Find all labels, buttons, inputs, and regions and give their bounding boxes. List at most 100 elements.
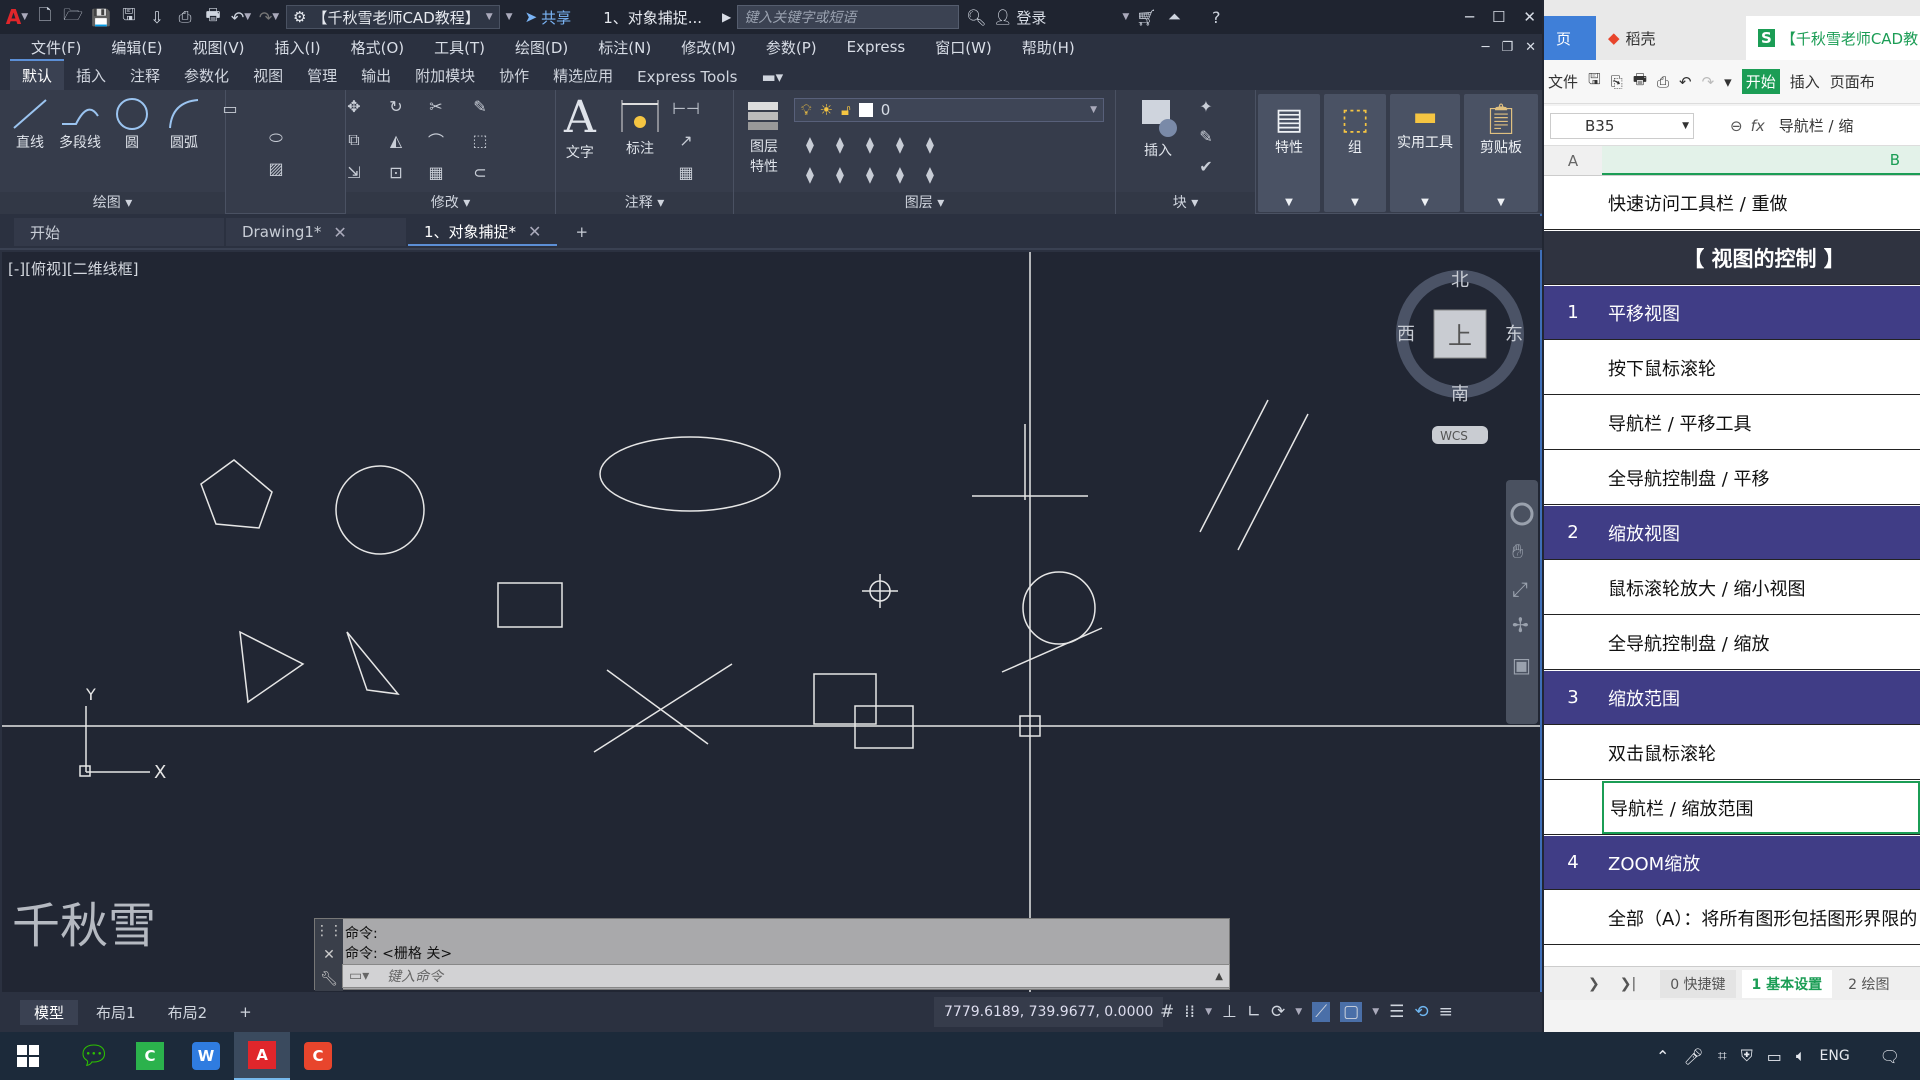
wps-tab-home[interactable]: 页: [1544, 16, 1596, 60]
insert-block-tool[interactable]: 插入: [1136, 96, 1180, 160]
new-tab-button[interactable]: +: [559, 218, 604, 246]
tab-output[interactable]: 输出: [349, 61, 403, 90]
viewcube-north[interactable]: 北: [1451, 270, 1469, 291]
close-icon[interactable]: ✕: [1523, 8, 1536, 26]
layer-tool-3-icon[interactable]: ⧫: [860, 134, 880, 154]
language-indicator[interactable]: ENG: [1820, 1048, 1850, 1064]
chevron-down-icon[interactable]: ▼: [1295, 1007, 1302, 1017]
tab-drawing1[interactable]: Drawing1* ✕: [226, 218, 406, 246]
wps-app[interactable]: W: [178, 1032, 234, 1080]
save-icon[interactable]: 🖫: [1588, 69, 1601, 94]
annotation-scale-icon[interactable]: ⟲: [1414, 1002, 1428, 1022]
formula-input[interactable]: 导航栏 / 缩: [1779, 115, 1854, 136]
search-icon[interactable]: 🔍︎: [965, 6, 987, 28]
layer-tool-5-icon[interactable]: ⧫: [920, 134, 940, 154]
viewcube-east[interactable]: 东: [1505, 324, 1523, 345]
tab-collaborate[interactable]: 协作: [487, 61, 541, 90]
layer-tool-7-icon[interactable]: ⧫: [830, 164, 850, 184]
leader-icon[interactable]: ↗: [676, 130, 696, 150]
viewcube-top-face[interactable]: 上: [1448, 322, 1472, 350]
close-icon[interactable]: ✕: [528, 222, 541, 241]
command-history-icon[interactable]: ▲: [1215, 971, 1223, 982]
infer-icon[interactable]: ⊥: [1222, 1002, 1237, 1022]
security-shield-icon[interactable]: ⛨: [1741, 1046, 1753, 1066]
layer-tool-2-icon[interactable]: ⧫: [830, 134, 850, 154]
table-row[interactable]: 按下鼠标滚轮: [1544, 341, 1920, 395]
minimize-icon[interactable]: ─: [1465, 8, 1474, 26]
clipboard-button[interactable]: 📋︎ 剪贴板 ▼: [1464, 94, 1538, 212]
redo-icon[interactable]: ↷: [1702, 73, 1715, 91]
fx-icon[interactable]: fx: [1751, 117, 1765, 135]
wcs-menu[interactable]: WCS: [1440, 429, 1468, 443]
doc-restore-icon[interactable]: ❐: [1501, 40, 1513, 55]
last-sheet-icon[interactable]: ❯|: [1620, 976, 1636, 992]
column-header-b[interactable]: B: [1602, 146, 1920, 175]
trim-icon[interactable]: ✂: [426, 96, 446, 116]
panel-layers-label[interactable]: 图层 ▾: [734, 192, 1115, 214]
maximize-icon[interactable]: ☐: [1492, 8, 1505, 26]
customize-menu-icon[interactable]: ≡: [1439, 1002, 1453, 1022]
name-box[interactable]: B35 ▼: [1550, 112, 1694, 139]
column-header-a[interactable]: A: [1544, 146, 1602, 175]
snap-icon[interactable]: ⁞⁞: [1184, 1002, 1195, 1022]
tab-manage[interactable]: 管理: [295, 61, 349, 90]
group-button-2[interactable]: ⬚ 组 ▼: [1324, 94, 1386, 212]
table-icon[interactable]: ▦: [676, 162, 696, 182]
sheet-tab-basic-settings[interactable]: 1 基本设置: [1741, 969, 1833, 998]
viewcube-west[interactable]: 西: [1397, 324, 1415, 345]
table-row[interactable]: 4 ZOOM缩放: [1544, 836, 1920, 890]
tab-start[interactable]: 开始: [14, 218, 224, 246]
table-row[interactable]: 全导航控制盘 / 平移: [1544, 451, 1920, 505]
close-icon[interactable]: ✕: [323, 947, 335, 963]
command-input[interactable]: ▭▾ 键入命令 ▲: [342, 964, 1230, 988]
layout-tab-1[interactable]: 布局1: [82, 1000, 150, 1025]
add-layout-button[interactable]: +: [225, 1001, 266, 1023]
layout-tab-2[interactable]: 布局2: [154, 1000, 222, 1025]
print-icon[interactable]: 🖶: [202, 5, 224, 28]
table-row[interactable]: 导航栏 / 平移工具: [1544, 396, 1920, 450]
orbit-icon[interactable]: ✢: [1512, 613, 1529, 637]
search-input[interactable]: 键入关键字或短语: [737, 5, 960, 29]
layer-properties-tool[interactable]: 图层 特性: [744, 96, 784, 176]
isodraft-icon[interactable]: ⟋: [1312, 1002, 1331, 1022]
menu-window[interactable]: 窗口(W): [920, 37, 1007, 58]
lineweight-icon[interactable]: ☰: [1389, 1002, 1404, 1022]
workspace-select[interactable]: ⚙ 【千秋雪老师CAD教程】 ▼: [286, 5, 500, 29]
block-attrib-icon[interactable]: ✔: [1196, 156, 1216, 176]
insert-tab[interactable]: 插入: [1790, 71, 1820, 92]
menu-edit[interactable]: 编辑(E): [96, 37, 177, 58]
create-block-icon[interactable]: ✦: [1196, 96, 1216, 116]
panel-modify-label[interactable]: 修改 ▾: [346, 192, 555, 214]
menu-insert[interactable]: 插入(I): [260, 37, 336, 58]
cart-icon[interactable]: 🛒︎: [1135, 6, 1157, 28]
panel-annotate-label[interactable]: 注释 ▾: [556, 192, 733, 214]
wps-tab-docer[interactable]: ◆ 稻壳: [1596, 16, 1746, 60]
menu-view[interactable]: 视图(V): [178, 37, 260, 58]
share-button[interactable]: ➤ 共享: [525, 7, 572, 28]
tab-default[interactable]: 默认: [10, 59, 65, 90]
autocad-logo-icon[interactable]: A ▼: [6, 5, 28, 29]
tab-parametric[interactable]: 参数化: [172, 61, 241, 90]
customize-qa-icon[interactable]: ▼: [506, 12, 513, 22]
tab-insert[interactable]: 插入: [64, 61, 118, 90]
circle-tool[interactable]: 圆: [112, 96, 152, 152]
ortho-icon[interactable]: ∟: [1247, 1002, 1261, 1022]
doc-close-icon[interactable]: ✕: [1525, 40, 1536, 55]
print-preview-icon[interactable]: ⎙: [1657, 73, 1669, 91]
sheet-tab-draw[interactable]: 2 绘图: [1838, 970, 1899, 998]
file-menu[interactable]: 文件: [1548, 71, 1578, 92]
utilities-button-2[interactable]: ▬ 实用工具 ▼: [1390, 94, 1460, 212]
format-painter-icon[interactable]: ⎘: [1611, 73, 1623, 91]
page-layout-tab[interactable]: 页面布: [1830, 71, 1875, 92]
layer-tool-4-icon[interactable]: ⧫: [890, 134, 910, 154]
viewcube[interactable]: 上 北 南 西 东 WCS: [1396, 270, 1524, 444]
volume-icon[interactable]: 🔈︎: [1796, 1046, 1806, 1066]
drawing-canvas[interactable]: X Y 上 北 南 西 东 WCS ✋︎ ⤢ ✢ ▣ 千秋雪: [2, 252, 1540, 992]
layer-select[interactable]: 💡︎ ☀ 🔓︎ 0 ▼: [794, 98, 1104, 122]
table-row[interactable]: 2 缩放视图: [1544, 506, 1920, 560]
table-row[interactable]: 快速访问工具栏 / 重做: [1544, 176, 1920, 230]
layer-tool-9-icon[interactable]: ⧫: [890, 164, 910, 184]
close-icon[interactable]: ✕: [333, 223, 346, 242]
chevron-down-icon[interactable]: ▼: [1372, 1007, 1379, 1017]
stretch-icon[interactable]: ⇲: [344, 162, 364, 182]
